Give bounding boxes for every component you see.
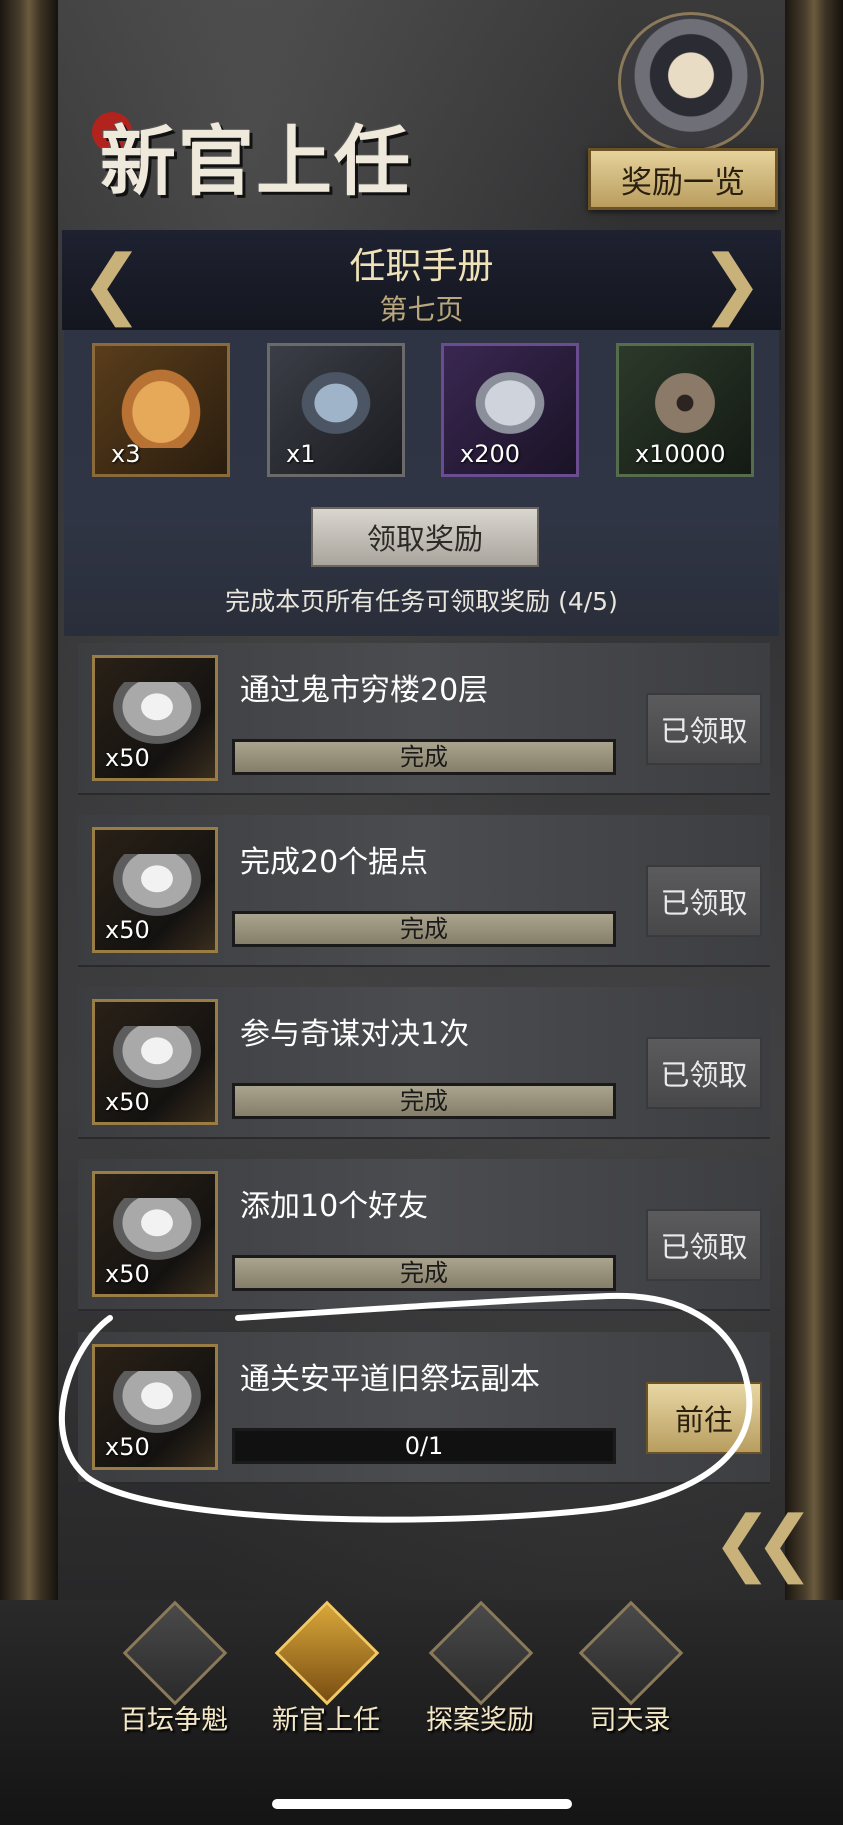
task-row: x50 完成20个据点 完成 已领取 (78, 815, 770, 967)
task-progress-bar: 0/1 (232, 1428, 616, 1464)
silver-ingot-icon (113, 1371, 201, 1433)
task-progress-bar: 完成 (232, 1083, 616, 1119)
progress-text: 0/1 (404, 1432, 444, 1460)
reward-qty: x3 (111, 440, 141, 468)
reward-item[interactable]: x1 (267, 343, 405, 477)
reward-list-button[interactable]: 奖励一览 (588, 148, 778, 210)
silver-ingot-icon (113, 854, 201, 916)
task-reward-qty: x50 (105, 744, 150, 772)
right-pillar (785, 0, 843, 1600)
avatar[interactable] (618, 12, 764, 152)
claimed-button[interactable]: 已领取 (646, 1209, 762, 1281)
task-reward-slot[interactable]: x50 (92, 827, 218, 953)
task-name: 完成20个据点 (240, 845, 429, 880)
pouch-icon (111, 358, 211, 448)
go-button[interactable]: 前往 (646, 1382, 762, 1454)
task-name: 通关安平道旧祭坛副本 (240, 1362, 540, 1397)
task-progress-bar: 完成 (232, 911, 616, 947)
nav-item-altar-contest[interactable]: 百坛争魁 (104, 1600, 244, 1742)
reward-qty: x1 (286, 440, 316, 468)
progress-text: 完成 (400, 743, 448, 771)
task-name: 参与奇谋对决1次 (240, 1017, 470, 1052)
claimed-button[interactable]: 已领取 (646, 693, 762, 765)
next-page-arrow-icon[interactable]: ❯ (700, 244, 764, 322)
nav-label: 司天录 (589, 1705, 671, 1736)
reward-qty: x10000 (635, 440, 726, 468)
task-progress-bar: 完成 (232, 739, 616, 775)
silver-ingot-icon (113, 1026, 201, 1088)
lion-statue-icon (274, 1600, 380, 1706)
reward-item[interactable]: x3 (92, 343, 230, 477)
task-row: x50 通过鬼市穷楼20层 完成 已领取 (78, 643, 770, 795)
nav-item-case-rewards[interactable]: 探案奖励 (410, 1600, 550, 1742)
prev-page-arrow-icon[interactable]: ❮ (80, 244, 144, 322)
claimed-button[interactable]: 已领取 (646, 865, 762, 937)
task-reward-qty: x50 (105, 1260, 150, 1288)
page-title: 新官上任 (100, 117, 412, 206)
progress-text: 完成 (400, 1087, 448, 1115)
bronze-censer-icon (578, 1600, 684, 1706)
task-reward-qty: x50 (105, 916, 150, 944)
orb-icon (286, 358, 386, 448)
task-row: x50 通关安平道旧祭坛副本 0/1 前往 (78, 1332, 770, 1484)
task-reward-qty: x50 (105, 1433, 150, 1461)
coin-icon (635, 358, 735, 448)
reward-item[interactable]: x10000 (616, 343, 754, 477)
task-row: x50 参与奇谋对决1次 完成 已领取 (78, 987, 770, 1139)
left-pillar (0, 0, 58, 1600)
task-reward-slot[interactable]: x50 (92, 999, 218, 1125)
reward-item[interactable]: x200 (441, 343, 579, 477)
task-row: x50 添加10个好友 完成 已领取 (78, 1159, 770, 1311)
nav-label: 百坛争魁 (120, 1705, 228, 1736)
task-reward-slot[interactable]: x50 (92, 1344, 218, 1470)
nav-item-sitian-records[interactable]: 司天录 (560, 1600, 700, 1742)
task-reward-qty: x50 (105, 1088, 150, 1116)
altar-icon (122, 1600, 228, 1706)
completion-hint: 完成本页所有任务可领取奖励 (4/5) (225, 587, 618, 616)
nav-label: 探案奖励 (426, 1705, 534, 1736)
task-reward-slot[interactable]: x50 (92, 1171, 218, 1297)
nav-label: 新官上任 (272, 1705, 380, 1736)
home-indicator[interactable] (272, 1799, 572, 1809)
nav-item-new-official[interactable]: 新官上任 (256, 1600, 396, 1742)
task-progress-bar: 完成 (232, 1255, 616, 1291)
manual-title: 任职手册 (349, 246, 494, 287)
page-number: 第七页 (379, 293, 464, 326)
task-name: 添加10个好友 (240, 1189, 429, 1224)
claim-reward-button[interactable]: 领取奖励 (311, 507, 539, 567)
ore-icon (460, 358, 560, 448)
silver-ingot-icon (113, 682, 201, 744)
task-name: 通过鬼市穷楼20层 (240, 673, 489, 708)
task-reward-slot[interactable]: x50 (92, 655, 218, 781)
progress-text: 完成 (400, 1259, 448, 1287)
reward-qty: x200 (460, 440, 521, 468)
claimed-button[interactable]: 已领取 (646, 1037, 762, 1109)
progress-text: 完成 (400, 915, 448, 943)
back-chevron-icon[interactable]: ❮❮ (712, 1502, 815, 1582)
silver-ingot-icon (113, 1198, 201, 1260)
chest-icon (428, 1600, 534, 1706)
